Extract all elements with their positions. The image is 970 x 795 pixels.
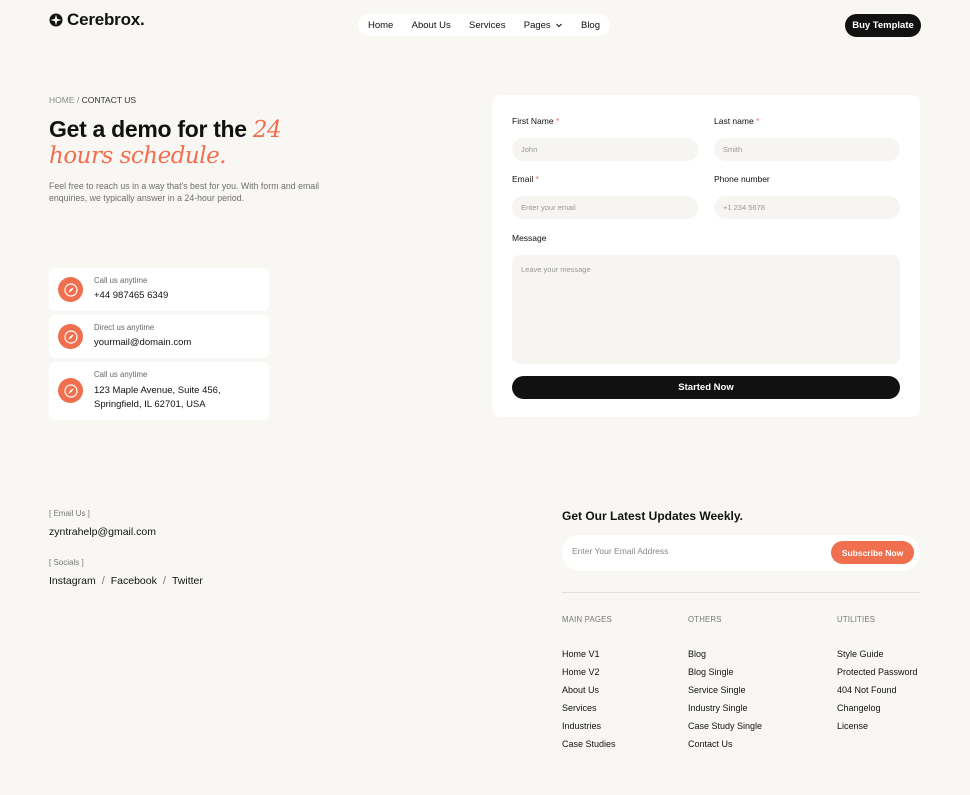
contact-card-phone[interactable]: Call us anytime +44 987465 6349 bbox=[49, 268, 269, 311]
contact-card-address[interactable]: Call us anytime 123 Maple Avenue, Suite … bbox=[49, 362, 269, 420]
social-separator: / bbox=[162, 575, 166, 587]
compass-icon bbox=[58, 277, 83, 302]
footer-link[interactable]: Home V2 bbox=[562, 667, 616, 685]
social-facebook[interactable]: Facebook bbox=[111, 575, 157, 587]
social-instagram[interactable]: Instagram bbox=[49, 575, 96, 587]
contact-value: +44 987465 6349 bbox=[94, 290, 169, 301]
social-links: Instagram / Facebook / Twitter bbox=[49, 575, 203, 587]
phone-label: Phone number bbox=[714, 174, 770, 184]
contact-address-line2: Springfield, IL 62701, USA bbox=[94, 399, 206, 410]
contact-value: yourmail@domain.com bbox=[94, 337, 192, 348]
nav-services[interactable]: Services bbox=[469, 20, 505, 31]
socials-heading: [ Socials ] bbox=[49, 558, 84, 567]
footer-link[interactable]: Contact Us bbox=[688, 739, 762, 757]
footer-link[interactable]: 404 Not Found bbox=[837, 685, 918, 703]
footer-link[interactable]: Case Studies bbox=[562, 739, 616, 757]
email-label: Email * bbox=[512, 174, 539, 184]
footer-link[interactable]: Blog Single bbox=[688, 667, 762, 685]
breadcrumb-separator: / bbox=[74, 95, 82, 105]
contact-label: Direct us anytime bbox=[94, 323, 155, 332]
page-title: Get a demo for the 24 hours schedule. bbox=[49, 117, 349, 169]
email-input[interactable]: Enter your email bbox=[512, 196, 698, 219]
subscribe-button[interactable]: Subscribe Now bbox=[831, 541, 914, 564]
contact-form: First Name * Last name * John Smith Emai… bbox=[492, 95, 920, 417]
logo[interactable]: Cerebrox. bbox=[49, 10, 145, 30]
last-name-input[interactable]: Smith bbox=[714, 138, 900, 161]
contact-card-email[interactable]: Direct us anytime yourmail@domain.com bbox=[49, 315, 269, 358]
newsletter-input[interactable]: Enter Your Email Address bbox=[572, 546, 668, 556]
main-nav: Home About Us Services Pages Blog bbox=[358, 14, 610, 36]
footer-link[interactable]: Industry Single bbox=[688, 703, 762, 721]
chevron-down-icon bbox=[555, 23, 562, 28]
nav-pages[interactable]: Pages bbox=[524, 20, 563, 31]
footer-link[interactable]: Blog bbox=[688, 649, 762, 667]
nav-blog[interactable]: Blog bbox=[581, 20, 600, 31]
nav-about[interactable]: About Us bbox=[412, 20, 451, 31]
breadcrumb-home[interactable]: HOME bbox=[49, 95, 75, 105]
footer-link[interactable]: Home V1 bbox=[562, 649, 616, 667]
compass-icon bbox=[58, 324, 83, 349]
first-name-label: First Name * bbox=[512, 116, 560, 126]
nav-home[interactable]: Home bbox=[368, 20, 393, 31]
social-separator: / bbox=[101, 575, 105, 587]
page-title-plain: Get a demo for the bbox=[49, 116, 253, 142]
first-name-input[interactable]: John bbox=[512, 138, 698, 161]
phone-input[interactable]: +1 234 5678 bbox=[714, 196, 900, 219]
footer-link[interactable]: License bbox=[837, 721, 918, 739]
message-label: Message bbox=[512, 233, 547, 243]
footer-column-utilities: UTILITIES Style Guide Protected Password… bbox=[837, 615, 918, 739]
hero-description: Feel free to reach us in a way that's be… bbox=[49, 181, 320, 203]
email-heading: [ Email Us ] bbox=[49, 509, 90, 518]
footer-link[interactable]: Industries bbox=[562, 721, 616, 739]
footer-divider bbox=[562, 592, 920, 593]
compass-icon bbox=[58, 378, 83, 403]
contact-address-line1: 123 Maple Avenue, Suite 456, bbox=[94, 385, 221, 396]
submit-button[interactable]: Started Now bbox=[512, 376, 900, 399]
footer-link[interactable]: About Us bbox=[562, 685, 616, 703]
footer-column-main-pages: MAIN PAGES Home V1 Home V2 About Us Serv… bbox=[562, 615, 616, 757]
nav-pages-label: Pages bbox=[523, 19, 551, 31]
contact-label: Call us anytime bbox=[94, 370, 148, 379]
footer-link[interactable]: Case Study Single bbox=[688, 721, 762, 739]
footer-link[interactable]: Services bbox=[562, 703, 616, 721]
footer-link[interactable]: Style Guide bbox=[837, 649, 918, 667]
newsletter-title: Get Our Latest Updates Weekly. bbox=[562, 509, 743, 523]
breadcrumb: HOME / CONTACT US bbox=[49, 95, 136, 105]
footer-link[interactable]: Service Single bbox=[688, 685, 762, 703]
buy-template-button[interactable]: Buy Template bbox=[845, 14, 921, 37]
column-heading: UTILITIES bbox=[837, 615, 876, 624]
footer-link[interactable]: Changelog bbox=[837, 703, 918, 721]
logo-mark-icon bbox=[49, 13, 63, 27]
footer-email-link[interactable]: zyntrahelp@gmail.com bbox=[49, 526, 156, 538]
social-twitter[interactable]: Twitter bbox=[172, 575, 203, 587]
breadcrumb-current: CONTACT US bbox=[81, 95, 137, 105]
column-heading: MAIN PAGES bbox=[562, 615, 612, 624]
brand-name: Cerebrox. bbox=[67, 10, 145, 29]
last-name-label: Last name * bbox=[714, 116, 760, 126]
column-heading: OTHERS bbox=[688, 615, 722, 624]
contact-label: Call us anytime bbox=[94, 276, 148, 285]
footer-link[interactable]: Protected Password bbox=[837, 667, 918, 685]
message-textarea[interactable]: Leave your message bbox=[512, 255, 900, 364]
footer-column-others: OTHERS Blog Blog Single Service Single I… bbox=[688, 615, 762, 757]
